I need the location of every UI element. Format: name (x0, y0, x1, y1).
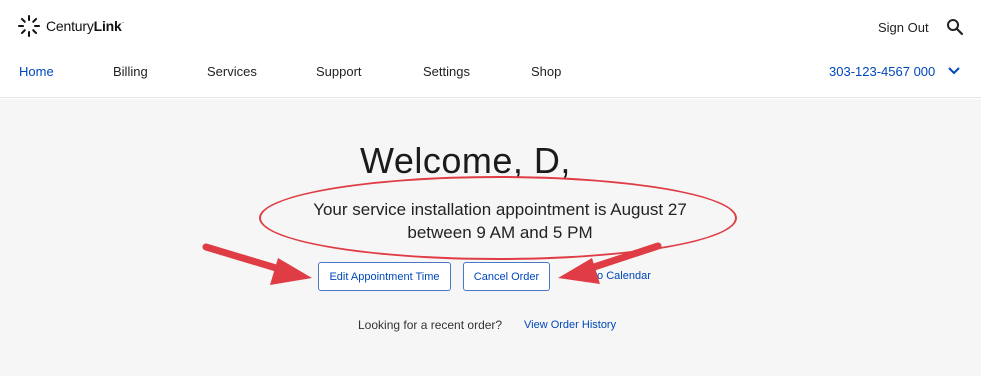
welcome-heading: Welcome, D, (360, 140, 571, 181)
logo-text-link: Link (93, 18, 122, 34)
appointment-line-2: between 9 AM and 5 PM (407, 223, 593, 242)
sign-out-link[interactable]: Sign Out (878, 20, 929, 35)
cancel-order-button[interactable]: Cancel Order (463, 262, 550, 291)
centurylink-logo[interactable]: CenturyLink· (17, 14, 124, 38)
centurylink-logo-icon (18, 15, 40, 37)
logo-text-century: Century (46, 18, 94, 34)
nav-support[interactable]: Support (316, 64, 362, 79)
top-header: CenturyLink· Sign Out Home Billing Servi… (0, 0, 981, 98)
nav-services[interactable]: Services (207, 64, 257, 79)
appointment-line-1: Your service installation appointment is… (313, 200, 687, 219)
logo-text: CenturyLink· (46, 18, 124, 34)
logo-mark: · (121, 18, 125, 27)
account-number-selector[interactable]: 303-123-4567 000 (829, 64, 935, 79)
add-to-calendar-link[interactable]: to Calendar (594, 270, 651, 282)
search-icon[interactable] (946, 18, 964, 36)
nav-settings[interactable]: Settings (423, 64, 470, 79)
edit-appointment-button[interactable]: Edit Appointment Time (318, 262, 451, 291)
nav-home[interactable]: Home (19, 64, 54, 79)
nav-billing[interactable]: Billing (113, 64, 148, 79)
appointment-message: Your service installation appointment is… (265, 198, 735, 244)
nav-shop[interactable]: Shop (531, 64, 561, 79)
chevron-down-icon[interactable] (948, 67, 960, 75)
view-order-history-link[interactable]: View Order History (524, 319, 616, 331)
recent-order-prompt: Looking for a recent order? (358, 318, 503, 332)
